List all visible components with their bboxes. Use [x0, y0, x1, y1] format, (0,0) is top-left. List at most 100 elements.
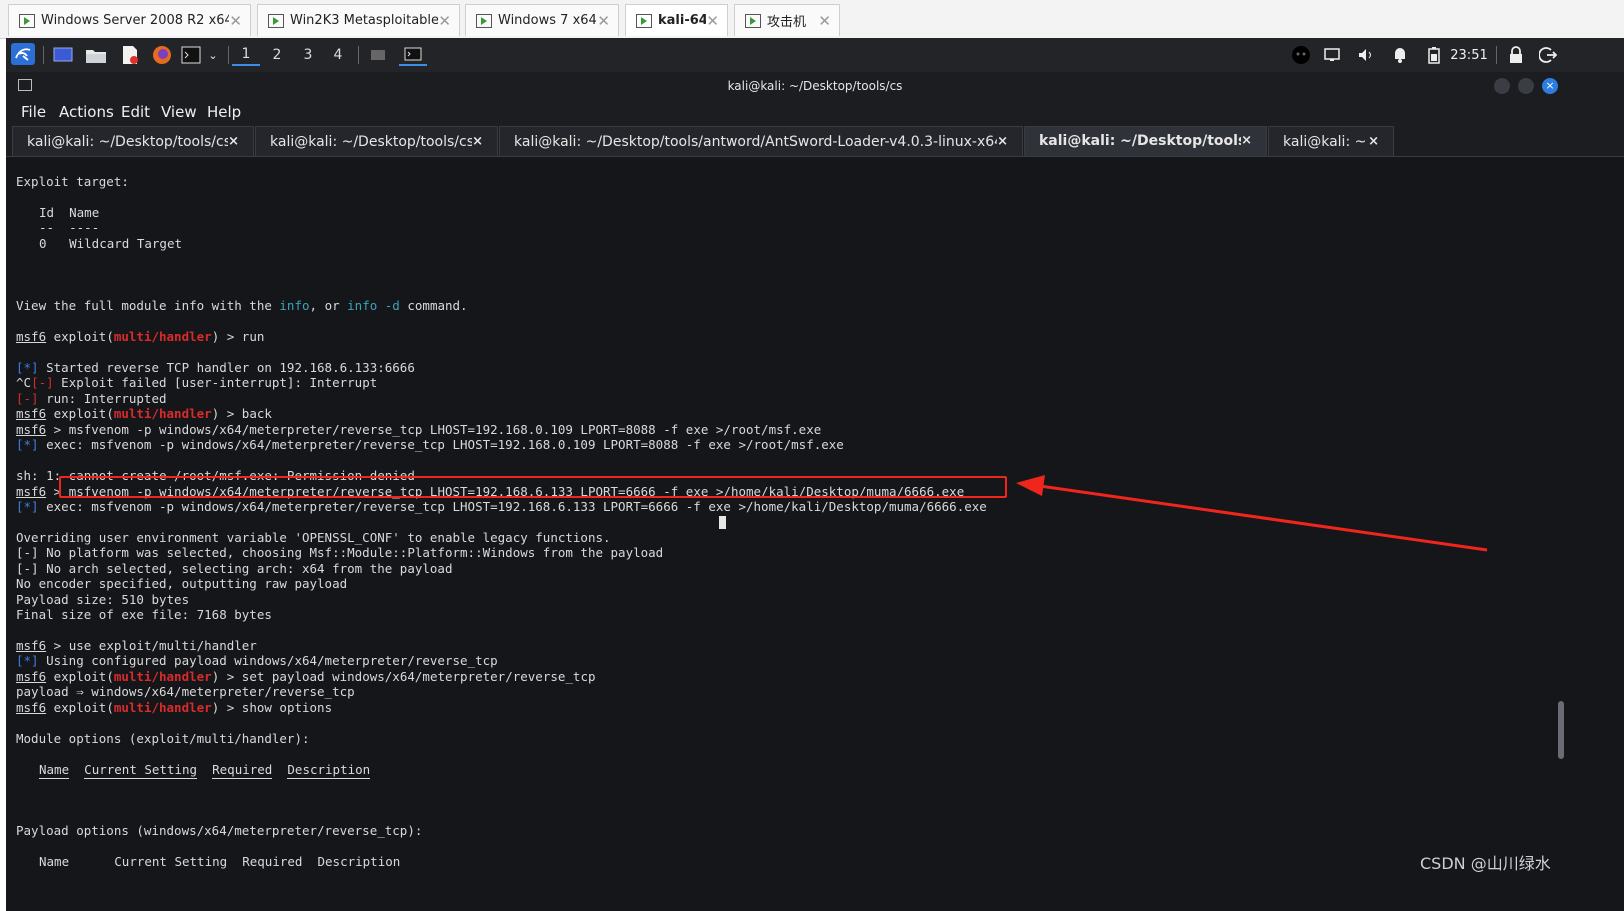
- battery-icon[interactable]: [1424, 44, 1444, 66]
- menu-edit[interactable]: Edit: [121, 103, 150, 121]
- close-icon[interactable]: ✕: [597, 12, 610, 30]
- close-icon[interactable]: ×: [472, 134, 483, 149]
- options-table-header: Name Current Setting Required Descriptio…: [39, 854, 401, 869]
- terminal-line: msf6 > use exploit/multi/handler: [16, 638, 257, 653]
- taskbar-window-icon[interactable]: [368, 44, 388, 66]
- vm-tab-bar: Windows Server 2008 R2 x64 ✕ Win2K3 Meta…: [0, 0, 1624, 39]
- menu-actions[interactable]: Actions: [59, 103, 114, 121]
- terminal-tab-1[interactable]: kali@kali: ~/Desktop/tools/cs ×: [12, 126, 254, 156]
- terminal-line: msf6 exploit(multi/handler) > set payloa…: [16, 669, 596, 684]
- workspace-3[interactable]: 3: [294, 44, 322, 66]
- close-icon[interactable]: ×: [1241, 133, 1252, 148]
- terminal-menubar: File Actions Edit View Help: [6, 100, 1624, 126]
- terminal-line: Final size of exe file: 7168 bytes: [16, 607, 272, 622]
- volume-icon[interactable]: [1356, 44, 1376, 66]
- firefox-icon[interactable]: [151, 44, 173, 66]
- file-manager-icon[interactable]: [85, 44, 107, 66]
- vm-tab-windows-7[interactable]: Windows 7 x64 ✕: [465, 4, 619, 36]
- terminal-line: Module options (exploit/multi/handler):: [16, 731, 310, 746]
- terminal-line: Payload options (windows/x64/meterpreter…: [16, 823, 423, 838]
- terminal-tab-label: kali@kali: ~: [1283, 133, 1367, 150]
- terminal-tab-label: kali@kali: ~/Desktop/tools/antword/AntSw…: [514, 133, 998, 150]
- workspace-1[interactable]: 1: [232, 44, 260, 66]
- text-editor-icon[interactable]: [119, 44, 141, 66]
- terminal-line: -- ----: [39, 220, 100, 235]
- terminal-line: [*] Using configured payload windows/x64…: [16, 653, 498, 668]
- panel-separator: [43, 46, 44, 64]
- vm-icon: [636, 13, 652, 28]
- watermark: CSDN @山川绿水: [1420, 854, 1551, 873]
- terminal-scrollbar[interactable]: [1558, 701, 1564, 759]
- terminal-tab-label: kali@kali: ~/Desktop/tools/cs: [1039, 132, 1241, 149]
- terminal-tab-2[interactable]: kali@kali: ~/Desktop/tools/cs ×: [255, 126, 498, 156]
- terminal-line: [*] exec: msfvenom -p windows/x64/meterp…: [16, 499, 987, 514]
- close-icon[interactable]: ×: [228, 134, 239, 149]
- terminal-line: msf6 exploit(multi/handler) > back: [16, 406, 272, 421]
- text-cursor: [719, 516, 726, 529]
- terminal-line: Payload size: 510 bytes: [16, 592, 190, 607]
- menu-help[interactable]: Help: [207, 103, 241, 121]
- menu-file[interactable]: File: [21, 103, 46, 121]
- terminal-launcher-icon[interactable]: [180, 44, 202, 66]
- lock-icon[interactable]: [1506, 44, 1526, 66]
- maximize-button[interactable]: [1518, 78, 1534, 94]
- close-icon[interactable]: ×: [1368, 134, 1379, 149]
- vm-tab-label: 攻击机: [767, 15, 807, 30]
- close-icon[interactable]: ✕: [438, 12, 451, 30]
- vm-tab-label: Windows Server 2008 R2 x64: [41, 13, 230, 28]
- terminal-tab-4[interactable]: kali@kali: ~/Desktop/tools/cs ×: [1024, 126, 1267, 156]
- vm-tab-label: Windows 7 x64: [498, 13, 597, 28]
- terminal-line: msf6 > msfvenom -p windows/x64/meterpret…: [16, 422, 822, 437]
- taskbar-terminal-icon[interactable]: [399, 44, 427, 66]
- highlight-box: [59, 476, 1007, 498]
- options-table-header: Name Current Setting Required Descriptio…: [39, 762, 371, 779]
- workspace-2[interactable]: 2: [263, 44, 291, 66]
- show-desktop-icon[interactable]: [52, 44, 74, 66]
- terminal-line: msf6 exploit(multi/handler) > show optio…: [16, 700, 333, 715]
- terminal-output[interactable]: Exploit target: Id Name -- ---- 0 Wildca…: [6, 157, 1624, 911]
- terminal-tab-bar: kali@kali: ~/Desktop/tools/cs × kali@kal…: [6, 126, 1624, 157]
- window-title: kali@kali: ~/Desktop/tools/cs: [727, 79, 903, 93]
- display-icon[interactable]: [1322, 44, 1342, 66]
- vm-tab-attacker[interactable]: 攻击机 ✕: [734, 4, 840, 36]
- terminal-line: payload ⇒ windows/x64/meterpreter/revers…: [16, 684, 355, 699]
- terminal-line: [-] No arch selected, selecting arch: x6…: [16, 561, 453, 576]
- vm-tab-win2k3[interactable]: Win2K3 Metasploitable ✕: [257, 4, 460, 36]
- terminal-line: Exploit target:: [16, 174, 129, 189]
- minimize-button[interactable]: [1494, 78, 1510, 94]
- close-icon[interactable]: ✕: [706, 12, 719, 30]
- menu-view[interactable]: View: [161, 103, 197, 121]
- terminal-tab-label: kali@kali: ~/Desktop/tools/cs: [27, 133, 229, 150]
- terminal-line: [-] No platform was selected, choosing M…: [16, 545, 664, 560]
- terminal-line: No encoder specified, outputting raw pay…: [16, 576, 348, 591]
- terminal-line: [-] run: Interrupted: [16, 391, 167, 406]
- terminal-tab-3[interactable]: kali@kali: ~/Desktop/tools/antword/AntSw…: [499, 126, 1023, 156]
- panel-clock[interactable]: 23:51: [1446, 44, 1492, 66]
- vm-tab-kali-64[interactable]: kali-64 ✕: [625, 4, 728, 36]
- close-icon[interactable]: ✕: [818, 12, 831, 30]
- user-avatar-icon[interactable]: [1290, 44, 1312, 66]
- vm-tab-windows-server-2008[interactable]: Windows Server 2008 R2 x64 ✕: [8, 4, 251, 36]
- terminal-tab-5[interactable]: kali@kali: ~ ×: [1268, 126, 1394, 156]
- chevron-down-icon[interactable]: ⌄: [206, 44, 220, 66]
- kali-menu-icon[interactable]: [11, 43, 35, 65]
- terminal-line: [*] exec: msfvenom -p windows/x64/meterp…: [16, 437, 844, 452]
- terminal-titlebar: kali@kali: ~/Desktop/tools/cs ×: [6, 72, 1624, 100]
- vm-icon: [745, 13, 761, 28]
- terminal-tab-label: kali@kali: ~/Desktop/tools/cs: [270, 133, 473, 150]
- panel-separator: [228, 46, 229, 64]
- logout-icon[interactable]: [1538, 44, 1558, 66]
- vm-icon: [268, 13, 284, 28]
- notifications-bell-icon[interactable]: [1390, 44, 1410, 66]
- vm-tab-label: kali-64: [658, 13, 707, 28]
- close-window-button[interactable]: ×: [1542, 78, 1558, 94]
- workspace-4[interactable]: 4: [324, 44, 352, 66]
- terminal-line: [*] Started reverse TCP handler on 192.1…: [16, 360, 415, 375]
- close-icon[interactable]: ✕: [229, 12, 242, 30]
- close-icon[interactable]: ×: [997, 134, 1008, 149]
- terminal-line: Overriding user environment variable 'OP…: [16, 530, 611, 545]
- terminal-line: Id Name: [39, 205, 100, 220]
- vm-icon: [19, 13, 35, 28]
- vm-icon: [476, 13, 492, 28]
- terminal-line: View the full module info with the info,…: [16, 298, 468, 313]
